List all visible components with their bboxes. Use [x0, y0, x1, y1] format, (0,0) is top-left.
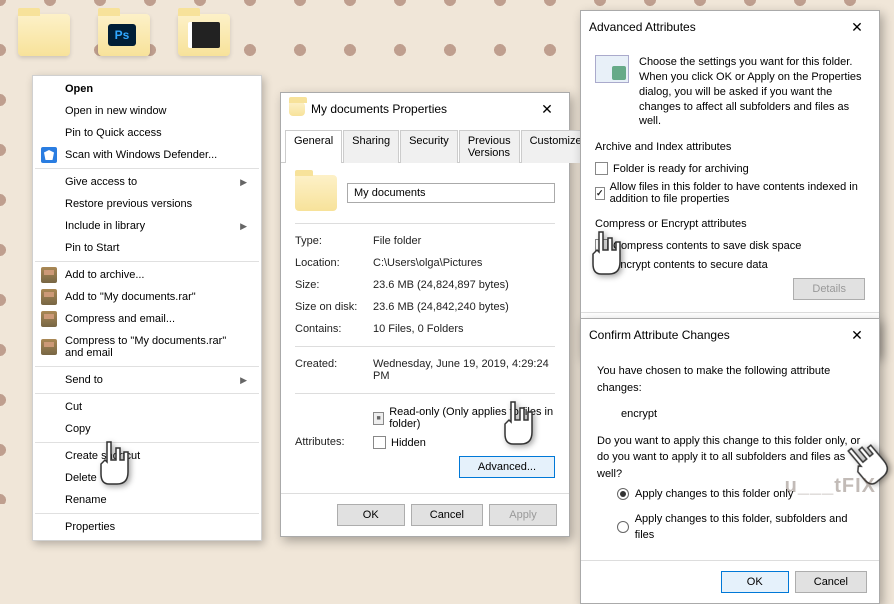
folder-photoshop[interactable] — [94, 14, 154, 74]
index-label: Allow files in this folder to have conte… — [610, 181, 865, 205]
menu-restore-prev[interactable]: Restore previous versions — [35, 193, 259, 215]
type-value: File folder — [373, 235, 555, 247]
confirm-change: encrypt — [597, 406, 863, 423]
confirm-line1: You have chosen to make the following at… — [597, 363, 863, 396]
location-value: C:\Users\olga\Pictures — [373, 257, 555, 269]
contains-value: 10 Files, 0 Folders — [373, 323, 555, 335]
radio-subfolders-label: Apply changes to this folder, subfolders… — [635, 511, 863, 544]
size-disk-label: Size on disk: — [295, 301, 373, 313]
encrypt-label: Encrypt contents to secure data — [613, 259, 768, 271]
tab-general[interactable]: General — [285, 130, 342, 163]
section-archive: Archive and Index attributes — [595, 141, 865, 153]
radio-folder-only[interactable] — [617, 488, 629, 500]
archive-icon — [41, 289, 57, 305]
folder-icon — [289, 102, 305, 116]
tab-previous-versions[interactable]: Previous Versions — [459, 130, 520, 163]
tab-sharing[interactable]: Sharing — [343, 130, 399, 163]
compress-checkbox[interactable] — [595, 239, 608, 252]
menu-pin-start[interactable]: Pin to Start — [35, 237, 259, 259]
menu-send-to[interactable]: Send to▶ — [35, 369, 259, 391]
menu-scan-defender[interactable]: Scan with Windows Defender... — [35, 144, 259, 166]
menu-pin-quick[interactable]: Pin to Quick access — [35, 122, 259, 144]
compress-label: Compress contents to save disk space — [613, 240, 801, 252]
adv-intro2: When you click OK or Apply on the Proper… — [639, 70, 865, 129]
cancel-button[interactable]: Cancel — [795, 571, 867, 593]
ok-button[interactable]: OK — [721, 571, 789, 593]
archive-label: Folder is ready for archiving — [613, 163, 749, 175]
chevron-right-icon: ▶ — [240, 177, 247, 188]
radio-subfolders[interactable] — [617, 521, 629, 533]
radio-folder-only-label: Apply changes to this folder only — [635, 486, 793, 503]
hidden-checkbox[interactable] — [373, 436, 386, 449]
watermark: u___tFIX — [785, 475, 876, 498]
archive-checkbox[interactable] — [595, 162, 608, 175]
dialog-title-text: Confirm Attribute Changes — [589, 328, 730, 342]
advanced-attributes-dialog: Advanced Attributes ✕ Choose the setting… — [580, 10, 880, 356]
archive-icon — [41, 339, 57, 355]
location-label: Location: — [295, 257, 373, 269]
menu-cut[interactable]: Cut — [35, 396, 259, 418]
apply-button[interactable]: Apply — [489, 504, 557, 526]
size-label: Size: — [295, 279, 373, 291]
dialog-title-text: My documents Properties — [311, 102, 447, 116]
menu-create-shortcut[interactable]: Create shortcut — [35, 445, 259, 467]
menu-add-rar[interactable]: Add to "My documents.rar" — [35, 286, 259, 308]
index-checkbox[interactable] — [595, 187, 605, 200]
menu-rename[interactable]: Rename — [35, 489, 259, 511]
type-label: Type: — [295, 235, 373, 247]
section-compress: Compress or Encrypt attributes — [595, 218, 865, 230]
cancel-button[interactable]: Cancel — [411, 504, 483, 526]
details-button[interactable]: Details — [793, 278, 865, 300]
folder-icon — [295, 175, 337, 211]
ok-button[interactable]: OK — [337, 504, 405, 526]
shield-icon — [41, 147, 57, 163]
close-button[interactable]: ✕ — [533, 99, 561, 119]
menu-add-archive[interactable]: Add to archive... — [35, 264, 259, 286]
desktop-folders — [14, 14, 234, 74]
advanced-button[interactable]: Advanced... — [459, 456, 555, 478]
context-menu: Open Open in new window Pin to Quick acc… — [32, 75, 262, 541]
menu-open-new-window[interactable]: Open in new window — [35, 100, 259, 122]
menu-give-access[interactable]: Give access to▶ — [35, 171, 259, 193]
confirm-attribute-dialog: Confirm Attribute Changes ✕ You have cho… — [580, 318, 880, 604]
attributes-icon — [595, 55, 629, 83]
folder-name-input[interactable] — [347, 183, 555, 203]
created-label: Created: — [295, 358, 373, 382]
dialog-title-text: Advanced Attributes — [589, 20, 696, 34]
encrypt-checkbox[interactable] — [595, 258, 608, 271]
menu-include-library[interactable]: Include in library▶ — [35, 215, 259, 237]
tab-security[interactable]: Security — [400, 130, 458, 163]
folder-dark[interactable] — [174, 14, 234, 74]
close-button[interactable]: ✕ — [843, 17, 871, 37]
readonly-label: Read-only (Only applies to files in fold… — [389, 406, 555, 430]
size-disk-value: 23.6 MB (24,842,240 bytes) — [373, 301, 555, 313]
chevron-right-icon: ▶ — [240, 221, 247, 232]
readonly-checkbox[interactable] — [373, 412, 384, 425]
menu-open[interactable]: Open — [35, 78, 259, 100]
created-value: Wednesday, June 19, 2019, 4:29:24 PM — [373, 358, 555, 382]
adv-intro1: Choose the settings you want for this fo… — [639, 55, 865, 70]
size-value: 23.6 MB (24,824,897 bytes) — [373, 279, 555, 291]
menu-properties[interactable]: Properties — [35, 516, 259, 538]
folder-mydocs[interactable] — [14, 14, 74, 74]
menu-compress-email[interactable]: Compress and email... — [35, 308, 259, 330]
menu-delete[interactable]: Delete — [35, 467, 259, 489]
chevron-right-icon: ▶ — [240, 375, 247, 386]
menu-compress-rar-email[interactable]: Compress to "My documents.rar" and email — [35, 330, 259, 364]
attributes-label: Attributes: — [295, 434, 373, 448]
properties-dialog: My documents Properties ✕ General Sharin… — [280, 92, 570, 537]
contains-label: Contains: — [295, 323, 373, 335]
hidden-label: Hidden — [391, 437, 426, 449]
archive-icon — [41, 267, 57, 283]
menu-copy[interactable]: Copy — [35, 418, 259, 440]
archive-icon — [41, 311, 57, 327]
close-button[interactable]: ✕ — [843, 325, 871, 345]
